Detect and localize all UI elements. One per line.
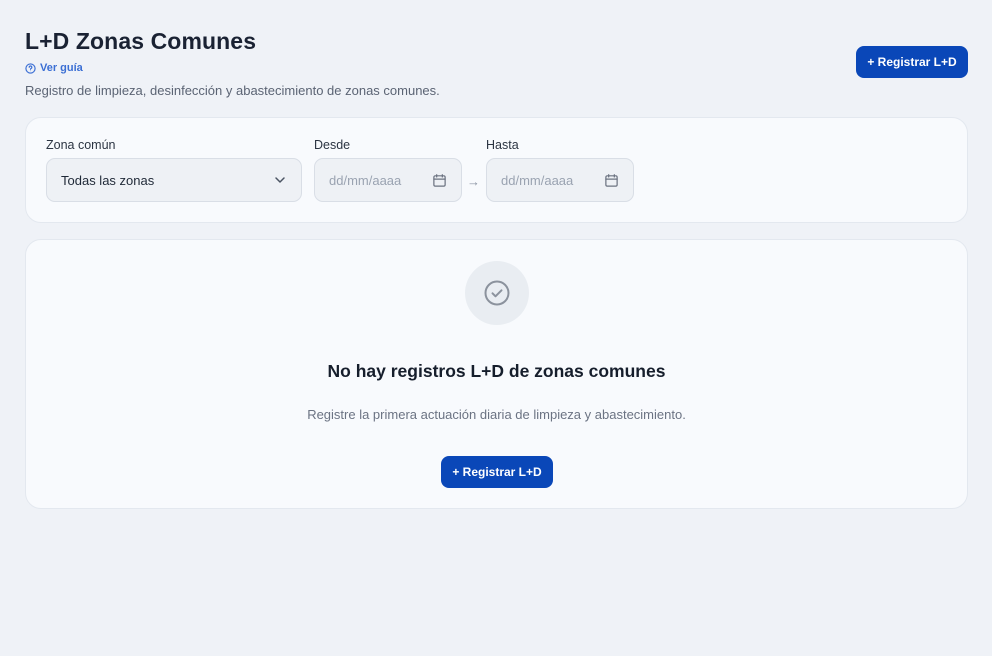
empty-state-card: No hay registros L+D de zonas comunes Re… (25, 239, 968, 509)
to-label: Hasta (486, 138, 519, 152)
guide-link-label: Ver guía (40, 62, 83, 74)
from-date-input[interactable]: dd/mm/aaaa (314, 158, 462, 202)
help-circle-icon (25, 62, 36, 74)
register-button[interactable]: + Registrar L+D (856, 46, 968, 78)
to-date-placeholder: dd/mm/aaaa (501, 172, 574, 188)
zone-label: Zona común (46, 138, 116, 152)
guide-link[interactable]: Ver guía (25, 62, 83, 74)
zone-select-value: Todas las zonas (61, 172, 155, 188)
to-date-input[interactable]: dd/mm/aaaa (486, 158, 634, 202)
check-circle-icon (484, 280, 510, 306)
chevron-down-icon (275, 177, 285, 183)
from-label: Desde (314, 138, 351, 152)
filters-card: Zona común Todas las zonas Desde dd/mm/a… (25, 117, 968, 223)
empty-state-register-button[interactable]: + Registrar L+D (441, 456, 553, 488)
from-date-placeholder: dd/mm/aaaa (329, 172, 402, 188)
empty-state-description: Registre la primera actuación diaria de … (307, 407, 686, 422)
calendar-icon[interactable] (432, 173, 447, 188)
page-subtitle: Registro de limpieza, desinfección y aba… (25, 83, 440, 98)
zone-select[interactable]: Todas las zonas (46, 158, 302, 202)
empty-state-icon-badge (465, 261, 529, 325)
calendar-icon[interactable] (604, 173, 619, 188)
empty-state-title: No hay registros L+D de zonas comunes (327, 361, 666, 381)
page-header: L+D Zonas Comunes Ver guía Registro de l… (25, 28, 968, 100)
page-title: L+D Zonas Comunes (25, 28, 257, 54)
date-range-separator: → (467, 174, 480, 189)
